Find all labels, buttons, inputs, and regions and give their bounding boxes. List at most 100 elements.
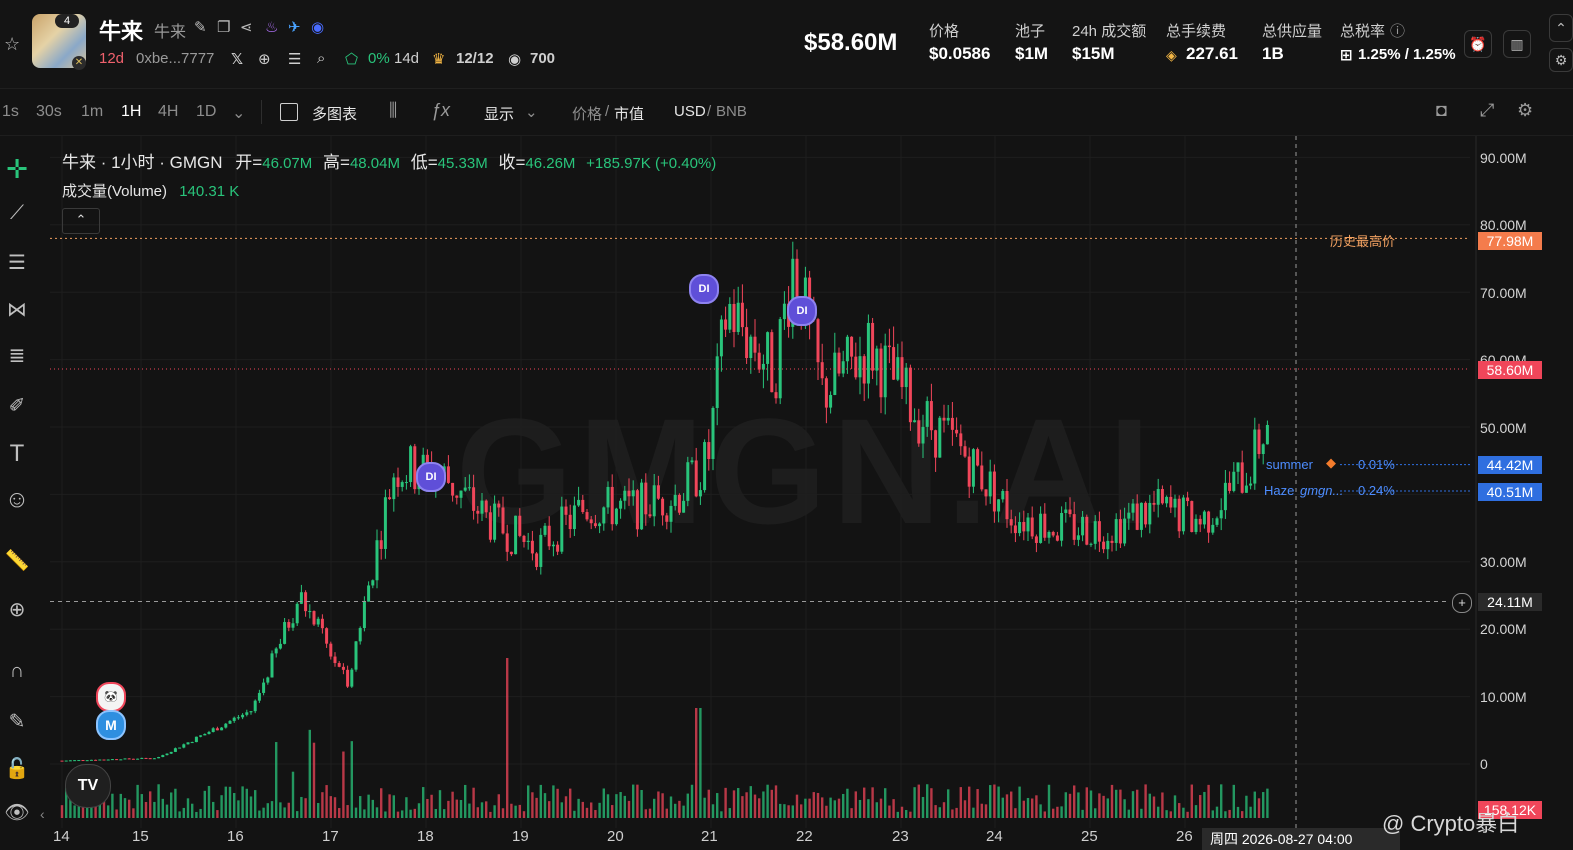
candle [518,515,522,536]
price-toggle[interactable]: 价格 [572,103,602,124]
volume-bar [1131,791,1135,818]
token-name: 牛来 [99,19,144,44]
volume-bar [342,751,345,818]
legend-collapse-button[interactable]: ⌃ [62,208,100,234]
volume-bar [707,789,710,818]
globe-icon[interactable]: ⊕ [258,50,271,68]
x-tick: 21 [701,828,718,845]
timeframe-dropdown-icon[interactable]: ⌄ [232,103,245,123]
volume-bar [548,801,551,818]
timeframe-4h[interactable]: 4H [158,103,178,121]
candle [236,717,240,719]
collapse-button[interactable]: ⌃ [1549,14,1573,42]
candle [984,489,988,497]
volume-bar [409,809,412,818]
display-menu[interactable]: 显示 [484,103,514,124]
timeframe-1s[interactable]: 1s [2,103,19,121]
di-marker[interactable]: DI [416,462,446,492]
edit-icon[interactable]: ✎ [194,18,207,36]
candle [157,757,161,759]
volume-bar [1169,811,1172,818]
candle [1169,496,1173,508]
search-icon[interactable]: ⌕ [317,50,325,67]
display-dropdown-icon[interactable]: ⌄ [525,103,538,121]
fullscreen-icon[interactable]: ⤢ [1480,100,1494,121]
view-count: 700 [530,50,556,67]
notes-icon[interactable]: ☰ [288,50,301,68]
candle [358,628,362,642]
bnb-toggle[interactable]: BNB [716,103,747,120]
multi-chart-label[interactable]: 多图表 [312,103,357,124]
settings-icon[interactable]: ⚙ [1517,100,1533,121]
candle-type-icon[interactable]: ⫼ [389,100,397,121]
volume-bar [1186,811,1189,818]
di-marker[interactable]: DI [787,296,817,326]
volume-bar [644,809,647,818]
candle [383,497,387,549]
copy-icon[interactable]: ❐ [217,18,230,36]
timeframe-30s[interactable]: 30s [36,103,62,121]
candle [60,760,64,762]
volume-bar [1220,784,1223,818]
timeframe-1d[interactable]: 1D [196,103,216,121]
candle [623,490,627,501]
multi-chart-checkbox[interactable] [280,103,298,121]
candle [879,348,883,398]
timeframe-1h[interactable]: 1H [121,103,141,121]
alarm-button[interactable]: ⏰ [1464,30,1492,58]
candle [992,471,996,512]
volume-bar [275,742,278,818]
x-tick: 14 [53,828,70,845]
indicators-icon[interactable]: ƒx [431,100,450,121]
stat-supply-label: 总供应量 [1262,23,1323,40]
volume-bar [325,785,328,818]
candle [350,669,354,687]
creator-marker-icon[interactable]: 🐼 [96,682,126,712]
usd-toggle[interactable]: USD [674,103,706,120]
share-icon[interactable]: ⋖ [240,18,253,36]
volume-bar [770,789,773,818]
add-alert-icon[interactable]: + [1452,593,1472,613]
volume-bar [1102,795,1105,818]
volume-bar [86,806,89,818]
tradingview-logo-icon[interactable]: TV [65,764,111,808]
volume-bar [774,785,778,818]
camera-icon[interactable]: ◘ [1436,100,1447,121]
candle [917,420,921,444]
volume-bar [913,787,916,818]
volume-bar [333,797,337,818]
tax-info-icon[interactable]: ⓘ [1390,20,1405,41]
volume-bar [527,785,530,818]
m-marker[interactable]: M [96,710,126,740]
candle [824,378,828,408]
di-marker[interactable]: DI [689,274,719,304]
volume-bar [417,803,421,818]
candle [182,744,186,748]
timeframe-1m[interactable]: 1m [81,103,103,121]
volume-bar [1215,806,1219,818]
telegram-icon[interactable]: ✈ [288,18,301,36]
contract-address[interactable]: 0xbe...7777 [136,50,214,67]
website-icon[interactable]: ◉ [311,18,324,36]
mcap-toggle[interactable]: 市值 [614,103,644,124]
stat-price-label: 价格 [929,23,960,40]
volume-bar [178,811,181,818]
volume-bar [1119,789,1122,818]
volume-bar [678,800,681,818]
candle [136,758,140,760]
volume-bar [1203,791,1206,818]
candle [913,420,917,423]
settings-small-icon[interactable]: ⚙ [1549,48,1573,72]
candle [451,482,455,496]
star-icon[interactable]: ☆ [4,34,20,55]
volume-bar [753,794,757,818]
candle [173,748,177,752]
volume-bar [1047,784,1051,818]
panel-toggle-button[interactable]: ▥ [1503,30,1531,58]
volume-bar [615,794,618,818]
candle [875,348,879,371]
volume-bar [405,797,408,818]
volume-bar [585,807,589,818]
volume-bar [1073,785,1076,818]
x-twitter-icon[interactable]: 𝕏 [231,50,243,68]
